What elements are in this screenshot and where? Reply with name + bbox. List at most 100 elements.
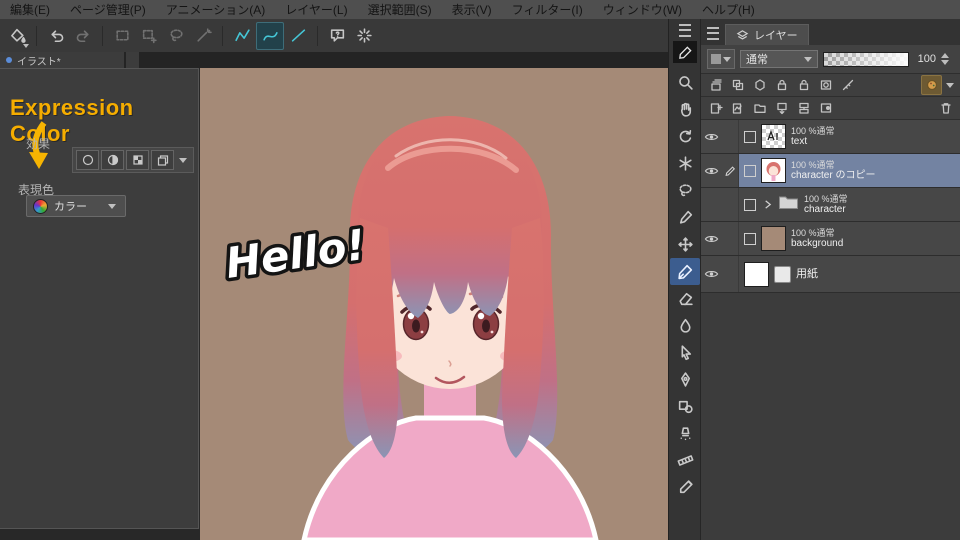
menu-help[interactable]: ヘルプ(H) [692,1,765,18]
effect-layers-icon[interactable] [151,150,174,170]
tool-blend[interactable] [670,312,700,339]
layer-color-dropdown[interactable] [707,49,735,69]
color-mode-value: カラー [54,198,99,214]
edit-indicator-slot [722,120,739,153]
tool-hand[interactable] [670,96,700,123]
layer-checkbox[interactable] [744,199,756,211]
tool-rotate[interactable] [670,123,700,150]
folder-expand-chevron[interactable] [761,199,773,210]
draft-layer-icon[interactable] [750,76,769,94]
visibility-eye-icon[interactable] [701,154,722,187]
straight-line-tool-icon[interactable] [285,23,311,49]
tool-ruler[interactable] [670,447,700,474]
marquee-rect-icon[interactable] [109,23,135,49]
tool-pen-nib[interactable] [670,366,700,393]
layer-info: 100 %通常 [791,160,875,170]
tool-zoom[interactable] [670,69,700,96]
new-raster-layer-icon[interactable] [706,99,725,117]
lock-layer-icon[interactable] [772,76,791,94]
layers-tab[interactable]: レイヤー [725,24,809,45]
tool-eraser[interactable] [670,285,700,312]
reference-layer-icon[interactable] [728,76,747,94]
menu-filter[interactable]: フィルター(I) [502,1,593,18]
tool-pen[interactable] [670,258,700,285]
blend-mode-value: 通常 [746,51,768,67]
menu-layer[interactable]: レイヤー(L) [275,1,357,18]
layer-row-body[interactable]: 用紙 [739,256,960,292]
blend-mode-row: 通常 100 [701,45,960,74]
clip-to-layer-icon[interactable] [706,76,725,94]
polyline-tool-icon[interactable] [229,23,255,49]
menu-selection[interactable]: 選択範囲(S) [358,1,442,18]
undo-icon[interactable] [43,23,69,49]
tool-move[interactable] [670,231,700,258]
visibility-eye-icon[interactable] [701,120,722,153]
lock-transparent-icon[interactable] [794,76,813,94]
tool-operation-object[interactable] [670,150,700,177]
layers-menu-icon[interactable] [707,27,719,40]
menu-animation[interactable]: アニメーション(A) [156,1,276,18]
tool-figure[interactable] [670,393,700,420]
palette-chevron-icon[interactable] [946,83,954,88]
opacity-slider[interactable] [823,52,909,67]
effect-checker-icon[interactable] [126,150,149,170]
effect-dropdown-chevron[interactable] [179,158,187,163]
layer-palette-icon[interactable] [921,75,942,95]
visibility-eye-icon[interactable] [701,222,722,255]
layer-mask-icon[interactable] [816,99,835,117]
menu-edit[interactable]: 編集(E) [0,1,60,18]
menu-window[interactable]: ウィンドウ(W) [593,1,692,18]
layer-row-body[interactable]: 100 %通常 background [739,222,960,255]
document-tab[interactable]: イラスト* [0,52,124,68]
layer-row-paper[interactable]: 用紙 [701,256,960,293]
blend-mode-dropdown[interactable]: 通常 [740,50,818,68]
tool-marker[interactable] [670,204,700,231]
layer-checkbox[interactable] [744,131,756,143]
new-folder-icon[interactable] [750,99,769,117]
delete-layer-icon[interactable] [936,99,955,117]
tool-cursor[interactable] [670,339,700,366]
expression-color-dropdown[interactable]: カラー [26,195,126,217]
opacity-spinner[interactable] [941,53,949,65]
menu-page[interactable]: ページ管理(P) [60,1,156,18]
layer-row-character-copy[interactable]: 100 %通常 character のコピー [701,154,960,188]
visibility-eye-icon[interactable] [701,256,722,292]
canvas-viewport[interactable]: Hello! [200,68,668,540]
tool-eyedropper[interactable] [670,474,700,501]
clip-studio-paint-window: 編集(E) ページ管理(P) アニメーション(A) レイヤー(L) 選択範囲(S… [0,0,960,540]
tool-airbrush[interactable] [670,420,700,447]
document-tab-bar: イラスト* [0,52,668,68]
layer-command-row-2 [701,97,960,120]
ruler-range-icon[interactable] [838,76,857,94]
layer-row-body[interactable]: 100 %通常 character のコピー [739,154,960,187]
layer-row-body[interactable]: 100 %通常 text [739,120,960,153]
layer-checkbox[interactable] [744,233,756,245]
marquee-lasso-icon[interactable] [163,23,189,49]
redo-icon[interactable] [70,23,96,49]
enable-mask-icon[interactable] [816,76,835,94]
tool-property-panel: Expression Color 効果 表現色 [0,68,199,529]
layer-row-body[interactable]: 100 %通常 character [739,188,960,221]
layer-row-character-folder[interactable]: 100 %通常 character [701,188,960,222]
tool-strip-menu-icon[interactable] [679,24,691,37]
merge-down-icon[interactable] [794,99,813,117]
layer-row-background[interactable]: 100 %通常 background [701,222,960,256]
marquee-add-icon[interactable] [136,23,162,49]
menu-view[interactable]: 表示(V) [442,1,502,18]
transfer-layer-icon[interactable] [772,99,791,117]
visibility-eye-slot[interactable] [701,188,722,221]
selection-wand-icon[interactable] [190,23,216,49]
effect-tone-icon[interactable] [76,150,99,170]
tool-lasso[interactable] [670,177,700,204]
tab-strip-extra [126,52,139,68]
process-spinner-icon[interactable] [351,23,377,49]
curve-tool-icon[interactable] [256,22,284,50]
new-vector-layer-icon[interactable] [728,99,747,117]
layer-checkbox[interactable] [744,165,756,177]
tab-status-dot [6,57,12,63]
layer-name: character のコピー [791,170,875,182]
balloon-help-icon[interactable] [324,23,350,49]
layer-row-text[interactable]: 100 %通常 text [701,120,960,154]
fill-bucket-icon[interactable] [4,23,30,49]
effect-halftone-icon[interactable] [101,150,124,170]
